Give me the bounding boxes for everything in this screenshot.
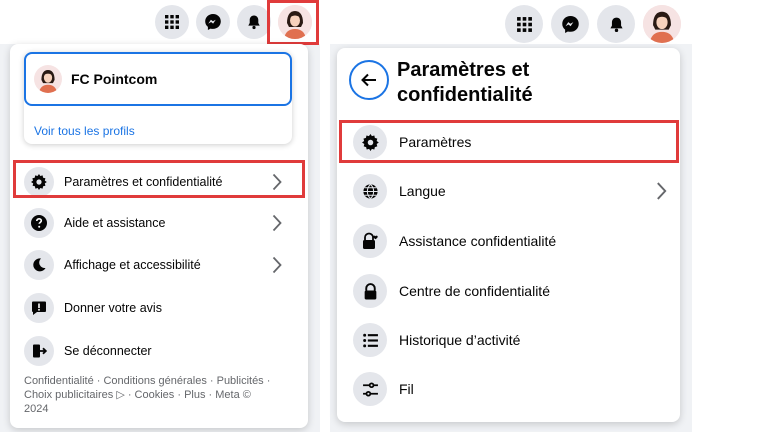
- chevron-right-icon: [657, 182, 667, 200]
- list-icon: [353, 323, 387, 357]
- notifications-button[interactable]: [237, 5, 271, 39]
- profile-name: FC Pointcom: [71, 71, 158, 87]
- moon-icon: [24, 250, 54, 280]
- panel-title-line: Paramètres et: [397, 59, 530, 81]
- menu-item-label: Historique d’activité: [399, 332, 521, 348]
- avatar-highlight-box: [267, 0, 319, 45]
- chevron-right-icon: [272, 256, 282, 274]
- arrow-left-icon: [361, 73, 376, 87]
- bell-icon: [609, 17, 623, 32]
- bell-icon: [248, 15, 260, 30]
- avatar-icon: [643, 5, 681, 43]
- see-all-profiles-link[interactable]: Voir tous les profils: [34, 124, 135, 138]
- apps-menu-button[interactable]: [505, 5, 543, 43]
- back-button[interactable]: [349, 60, 389, 100]
- footer-line[interactable]: Confidentialité · Conditions générales ·…: [24, 374, 292, 388]
- feedback-icon: [24, 293, 54, 323]
- footer-line[interactable]: Choix publicitaires ▷ · Cookies · Plus ·…: [24, 388, 292, 402]
- footer-line: 2024: [24, 403, 49, 415]
- grid-icon: [516, 16, 532, 32]
- menu-item-assistance-confidentialite[interactable]: Assistance confidentialité: [353, 223, 673, 259]
- chevron-right-icon: [272, 214, 282, 232]
- question-icon: [24, 208, 54, 238]
- grid-icon: [165, 15, 179, 29]
- messenger-icon: [561, 15, 579, 33]
- menu-item-label: Langue: [399, 183, 446, 199]
- menu-item-centre-confidentialite[interactable]: Centre de confidentialité: [353, 273, 673, 309]
- messenger-button[interactable]: [196, 5, 230, 39]
- profile-row[interactable]: FC Pointcom: [24, 52, 292, 106]
- messenger-icon: [205, 14, 221, 30]
- settings-item-highlight-box: [13, 160, 305, 198]
- menu-item-help[interactable]: Aide et assistance: [24, 207, 294, 239]
- apps-menu-button[interactable]: [155, 5, 189, 39]
- menu-item-display[interactable]: Affichage et accessibilité: [24, 249, 294, 281]
- menu-item-label: Donner votre avis: [64, 301, 162, 315]
- menu-item-label: Fil: [399, 381, 414, 397]
- menu-item-historique[interactable]: Historique d’activité: [353, 322, 673, 358]
- menu-item-label: Centre de confidentialité: [399, 283, 550, 299]
- messenger-button[interactable]: [551, 5, 589, 43]
- globe-icon: [353, 174, 387, 208]
- menu-item-feedback[interactable]: Donner votre avis: [24, 292, 294, 324]
- menu-item-label: Assistance confidentialité: [399, 233, 557, 249]
- sliders-icon: [353, 372, 387, 406]
- menu-item-langue[interactable]: Langue: [353, 173, 673, 209]
- footer-links: Confidentialité · Conditions générales ·…: [24, 374, 292, 416]
- menu-item-label: Affichage et accessibilité: [64, 258, 201, 272]
- logout-icon: [24, 336, 54, 366]
- account-menu-card: FC Pointcom Voir tous les profils Paramè…: [10, 44, 308, 428]
- settings-privacy-card: Paramètres et confidentialité Paramètres…: [337, 48, 680, 422]
- profile-avatar-icon: [34, 65, 62, 93]
- menu-item-label: Se déconnecter: [64, 344, 152, 358]
- menu-item-fil[interactable]: Fil: [353, 371, 673, 407]
- account-avatar-button[interactable]: [643, 5, 681, 43]
- right-top-icons: [505, 5, 681, 43]
- panel-title: Paramètres et confidentialité: [397, 58, 637, 108]
- lock-icon: [353, 274, 387, 308]
- parametres-item-highlight-box: [339, 120, 679, 163]
- notifications-button[interactable]: [597, 5, 635, 43]
- menu-item-logout[interactable]: Se déconnecter: [24, 335, 294, 367]
- lock-heart-icon: [353, 224, 387, 258]
- menu-item-label: Aide et assistance: [64, 216, 166, 230]
- panel-title-line: confidentialité: [397, 84, 533, 106]
- profile-card: FC Pointcom Voir tous les profils: [24, 52, 292, 144]
